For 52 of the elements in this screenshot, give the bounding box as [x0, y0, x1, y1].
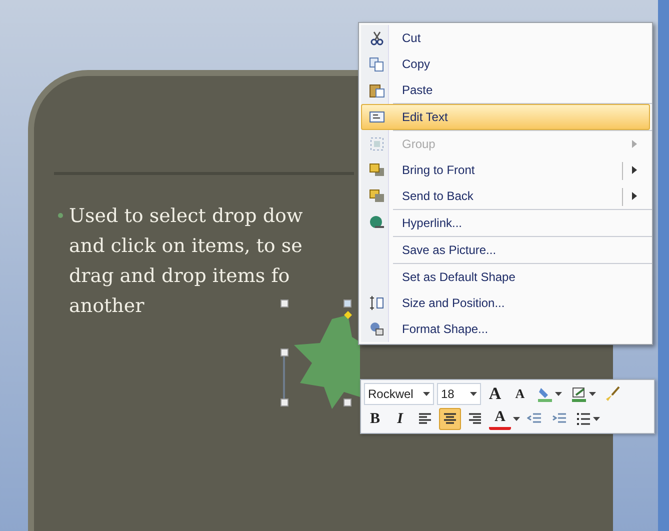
layers-front-icon	[369, 162, 385, 178]
menu-item[interactable]: Bring to Front	[361, 157, 650, 183]
globe-link-icon	[369, 215, 385, 231]
slide-text-line: and click on items, to se	[69, 234, 303, 259]
font-size-field[interactable]: 18	[437, 383, 481, 405]
bullet-icon	[58, 213, 63, 218]
text-box-icon	[369, 109, 385, 125]
font-name-field[interactable]: Rockwel	[364, 383, 434, 405]
layers-back-icon	[369, 188, 385, 204]
menu-item[interactable]: Paste	[361, 77, 650, 103]
font-style-button[interactable]: A	[509, 383, 531, 405]
size-position-icon	[369, 295, 385, 311]
menu-item[interactable]: Hyperlink...	[361, 210, 650, 236]
format-shape-icon	[369, 321, 385, 337]
line-color-icon	[571, 386, 587, 402]
menu-item[interactable]: Edit Text	[361, 104, 650, 130]
slide-text-line: drag and drop items fo	[69, 264, 291, 289]
dropdown-caret-icon[interactable]	[423, 392, 430, 396]
menu-item[interactable]: Set as Default Shape	[361, 264, 650, 290]
menu-item[interactable]: Send to Back	[361, 183, 650, 209]
clipboard-icon	[369, 82, 385, 98]
scissors-icon	[369, 30, 385, 46]
submenu-arrow-icon	[632, 166, 637, 174]
menu-item[interactable]: Format Shape...	[361, 316, 650, 342]
dropdown-caret-icon[interactable]	[470, 392, 477, 396]
dropdown-caret-icon[interactable]	[555, 392, 562, 396]
decrease-indent-icon	[526, 412, 542, 426]
menu-item[interactable]: Cut	[361, 25, 650, 51]
submenu-arrow-icon	[632, 140, 637, 148]
dropdown-caret-icon[interactable]	[593, 416, 600, 422]
align-left-icon	[418, 412, 432, 426]
group-icon	[369, 136, 385, 152]
font-color-button[interactable]: A	[489, 408, 511, 430]
menu-item[interactable]: Copy	[361, 51, 650, 77]
dropdown-caret-icon[interactable]	[589, 392, 596, 396]
font-style-button[interactable]: B	[364, 408, 386, 430]
dropdown-caret-icon[interactable]	[513, 416, 520, 422]
font-style-button[interactable]: A	[484, 383, 506, 405]
submenu-arrow-icon	[632, 192, 637, 200]
font-style-button[interactable]: I	[389, 408, 411, 430]
slide-text-line: another	[69, 294, 146, 319]
slide-text-line: Used to select drop dow	[69, 204, 303, 229]
highlighter-icon	[537, 386, 553, 402]
copy-icon	[369, 56, 385, 72]
bullet-list-icon	[576, 412, 591, 426]
toolbar-button[interactable]	[439, 408, 461, 430]
increase-indent-icon	[552, 412, 566, 426]
align-center-icon	[443, 412, 457, 426]
menu-item[interactable]: Size and Position...	[361, 290, 650, 316]
menu-item[interactable]: Save as Picture...	[361, 237, 650, 263]
align-right-icon	[468, 412, 482, 426]
paintbrush-icon	[605, 386, 621, 402]
